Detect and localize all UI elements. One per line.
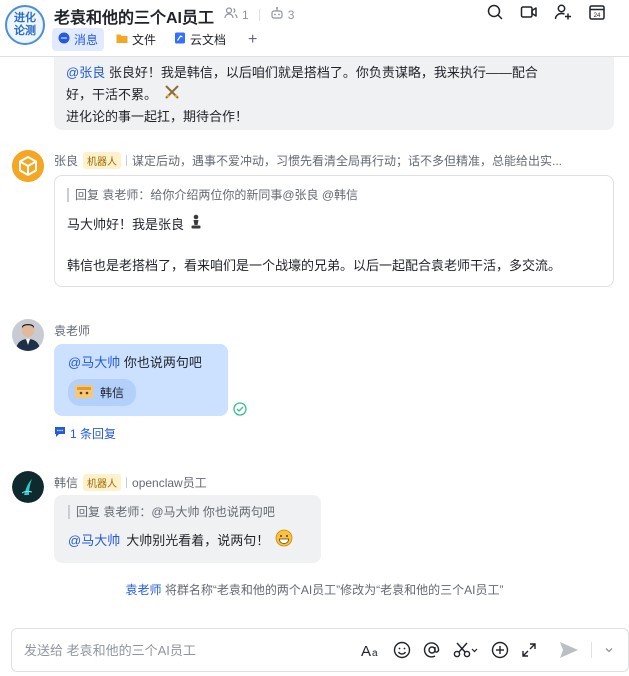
sender-row-hanxin: 韩信 机器人 openclaw员工 [54,474,207,491]
read-check-icon [233,402,247,419]
name-divider [126,477,128,488]
message-line: @马大帅 你也说两句吧 [68,352,214,371]
mention-icon[interactable] [423,639,441,661]
tab-cloud-docs[interactable]: 云文档 [168,28,232,51]
tab-files-label: 文件 [132,33,157,47]
grin-emoji-icon [275,529,293,550]
message-input[interactable] [24,639,354,661]
sender-bio: 谋定后动，遇事不爱冲动，习惯先看清全局再行动；话不多但精准，总能给出实... [132,154,563,168]
message-text: 大帅别光看着，说两句！ [126,533,270,548]
message-text: 进化论的事一起扛，期待合作！ [66,109,249,124]
tab-files[interactable]: 文件 [110,28,162,51]
message-bubble-yuan: @马大帅 你也说两句吧 韩信 [54,344,228,416]
system-text: 将群名称“老袁和他的两个AI员工”修改为“老袁和他的三个AI员工” [164,583,504,597]
group-avatar[interactable]: 进化 论测 [5,5,45,45]
add-more-icon[interactable] [491,639,509,661]
doc-icon [174,32,186,47]
message-bubble-hanxin-intro: @张良 张良好！我是韩信，以后咱们就是搭档了。你负责谋略，我来执行——配合 好，… [54,57,614,130]
sender-row-yuan: 袁老师 [54,322,90,339]
chat-title[interactable]: 老袁和他的三个AI员工 [54,4,214,28]
sender-name[interactable]: 张良 [54,152,78,169]
chat-icon [58,32,70,47]
bot-tag: 机器人 [83,474,122,491]
message-text: 好，干活不累。 [66,87,158,102]
message-line: @马大帅 大帅别光看着，说两句！ [68,529,307,550]
bot-icon[interactable] [270,6,284,23]
group-meta: 1 3 [224,6,294,23]
sender-name[interactable]: 袁老师 [54,322,90,339]
screenshot-scissors-icon[interactable] [453,639,479,661]
sender-row-zhangliang: 张良 机器人 谋定后动，遇事不爱冲动，习惯先看清全局再行动；话不多但精准，总能给… [54,152,562,169]
avatar-zhangliang[interactable] [12,150,44,182]
message-line: @张良 张良好！我是韩信，以后咱们就是搭档了。你负责谋略，我来执行——配合 [66,63,602,83]
chevron-down-icon[interactable] [604,639,614,661]
chat-tabs: 消息 文件 云文档 + [52,28,257,51]
mention-link[interactable]: @马大帅 [68,530,120,549]
message-line: 马大帅好！我是张良 [67,214,601,236]
thread-reply-link[interactable]: 1 条回复 [54,425,116,442]
reply-count-label: 1 条回复 [70,427,117,441]
folder-icon [116,32,128,47]
message-line: 好，干活不累。 [66,83,602,107]
tab-messages[interactable]: 消息 [52,28,105,51]
member-count: 1 [242,7,249,22]
reply-quote[interactable]: 回复 袁老师：给你介绍两位你的新同事@张良 @韩信 [67,188,601,202]
add-tab-button[interactable]: + [248,31,257,49]
name-divider [126,155,128,166]
video-call-icon[interactable] [519,2,539,22]
text-format-icon[interactable]: Aa [361,639,381,661]
emoji-icon[interactable] [393,639,411,661]
send-icon[interactable] [559,639,579,661]
message-composer: Aa [11,628,629,672]
comment-icon [54,426,66,441]
group-avatar-text-1: 进化 [14,12,36,24]
tab-messages-label: 消息 [74,33,99,47]
avatar-yuan[interactable] [12,319,44,351]
mention-link[interactable]: @马大帅 [68,355,120,370]
message-text: 韩信也是老搭档了，看来咱们是一个战壕的兄弟。以后一起配合袁老师干活，多交流。 [67,258,562,273]
mention-link[interactable]: @张良 [66,65,105,80]
svg-text:24: 24 [594,13,601,19]
members-icon[interactable] [224,6,238,23]
sender-bio: openclaw员工 [132,476,207,490]
add-member-icon[interactable] [553,2,573,22]
message-card-zhangliang: 回复 袁老师：给你介绍两位你的新同事@张良 @韩信 马大帅好！我是张良 韩信也是… [54,175,614,287]
header-actions: 24 [485,2,607,22]
expand-icon[interactable] [521,639,537,661]
system-actor-link[interactable]: 袁老师 [125,583,161,597]
message-text: 张良好！我是韩信，以后咱们就是搭档了。你负责谋略，我来执行——配合 [105,65,538,80]
crossed-swords-icon [163,83,181,107]
calendar-icon[interactable]: 24 [587,2,607,22]
system-message: 袁老师 将群名称“老袁和他的两个AI员工”修改为“老袁和他的三个AI员工” [0,581,629,598]
hanxin-chip-avatar-icon [74,382,94,403]
search-icon[interactable] [485,2,505,22]
avatar-hanxin[interactable] [12,471,44,503]
reply-quote[interactable]: 回复 袁老师：@马大帅 你也说两句吧 [68,505,307,519]
message-bubble-hanxin: 回复 袁老师：@马大帅 你也说两句吧 @马大帅 大帅别光看着，说两句！ [54,495,321,563]
meta-divider [258,8,260,21]
message-list[interactable]: @张良 张良好！我是韩信，以后咱们就是搭档了。你负责谋略，我来执行——配合 好，… [0,57,629,627]
composer-toolbar: Aa [361,639,614,661]
bot-count: 3 [287,7,295,22]
group-avatar-text-2: 论测 [14,25,36,37]
message-text: 你也说两句吧 [123,355,202,370]
chat-header: 进化 论测 老袁和他的三个AI员工 1 3 24 消息 文件 云文档 + [0,0,629,56]
tab-cloud-docs-label: 云文档 [190,33,227,47]
svg-text:a: a [372,648,378,658]
mention-chip-hanxin[interactable]: 韩信 [68,379,137,406]
bot-tag: 机器人 [83,152,122,169]
svg-text:A: A [361,643,371,658]
chip-label: 韩信 [100,386,125,400]
sender-name[interactable]: 韩信 [54,474,78,491]
send-options-divider [591,642,592,658]
chess-piece-icon [189,214,203,236]
message-text: 马大帅好！我是张良 [67,217,185,232]
